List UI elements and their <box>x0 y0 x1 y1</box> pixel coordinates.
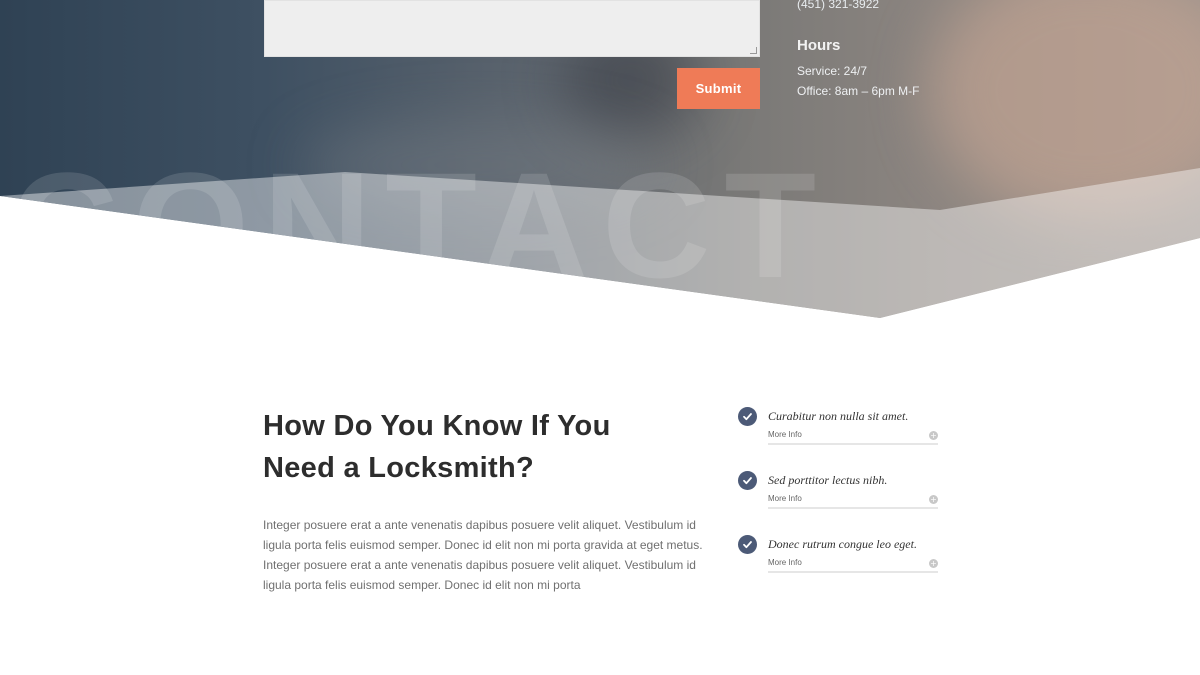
more-info-toggle[interactable]: More Info + <box>768 558 938 573</box>
more-info-toggle[interactable]: More Info + <box>768 494 938 509</box>
contact-hero: CONTACT Submit (451) 321-3922 Hours Serv… <box>0 0 1200 318</box>
phone-number[interactable]: (451) 321-3922 <box>797 0 879 11</box>
feature-title: Donec rutrum congue leo eget. <box>768 537 917 551</box>
feature-item: Curabitur non nulla sit amet. More Info … <box>738 407 940 451</box>
hours-service: Service: 24/7 <box>797 64 868 78</box>
submit-button[interactable]: Submit <box>677 68 760 109</box>
plus-circle-icon[interactable]: + <box>929 495 938 504</box>
more-info-label[interactable]: More Info <box>768 558 802 567</box>
message-textarea[interactable] <box>264 0 760 57</box>
check-circle-icon <box>738 535 757 554</box>
resize-grip-icon[interactable] <box>750 47 757 54</box>
check-circle-icon <box>738 407 757 426</box>
more-info-label[interactable]: More Info <box>768 430 802 439</box>
section-heading: How Do You Know If You Need a Locksmith? <box>263 405 683 489</box>
section-paragraph: Integer posuere erat a ante venenatis da… <box>263 518 703 592</box>
more-info-label[interactable]: More Info <box>768 494 802 503</box>
hours-office: Office: 8am – 6pm M-F <box>797 84 920 98</box>
feature-item: Donec rutrum congue leo eget. More Info … <box>738 535 940 579</box>
hours-title: Hours <box>797 37 841 54</box>
check-circle-icon <box>738 471 757 490</box>
heading-line-2: Need a Locksmith? <box>263 452 534 484</box>
heading-line-1: How Do You Know If You <box>263 410 611 442</box>
feature-title: Sed porttitor lectus nibh. <box>768 473 888 487</box>
feature-title: Curabitur non nulla sit amet. <box>768 409 909 423</box>
more-info-toggle[interactable]: More Info + <box>768 430 938 445</box>
feature-item: Sed porttitor lectus nibh. More Info + <box>738 471 940 515</box>
plus-circle-icon[interactable]: + <box>929 431 938 440</box>
plus-circle-icon[interactable]: + <box>929 559 938 568</box>
